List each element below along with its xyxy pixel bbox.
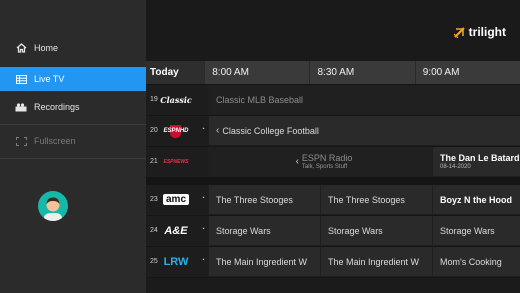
program-title: The Dan Le Batard [440, 153, 520, 163]
program-title: Storage Wars [328, 225, 383, 236]
program-title: Storage Wars [216, 225, 271, 236]
channel-row: 21 ESPNEWS ‹ ESPN Radio Talk, Sports Stu… [146, 147, 520, 177]
divider [0, 158, 146, 159]
sidebar-item-fullscreen[interactable]: Fullscreen [0, 129, 146, 153]
chevron-left-icon: ‹ [216, 125, 220, 136]
channel-logo: ESPNEWS [163, 158, 189, 165]
program-title: The Three Stooges [216, 194, 293, 205]
program-cell[interactable]: Storage Wars [432, 216, 520, 245]
chevron-left-icon: ‹ [295, 156, 299, 167]
brand-logo: trilight [453, 25, 506, 39]
channel-row-partial [146, 278, 520, 293]
program-cell[interactable]: The Three Stooges [320, 185, 432, 214]
sidebar: Home Live TV Recordings Fullscreen [0, 0, 146, 293]
brand-name: trilight [468, 25, 506, 39]
program-title: The Three Stooges [328, 194, 405, 205]
channel-logo: ESPNHD [161, 124, 191, 138]
program-cell[interactable]: Classic MLB Baseball [208, 85, 520, 114]
time-slot: 9:00 AM [414, 61, 520, 84]
time-header: Today 8:00 AM 8:30 AM 9:00 AM [146, 61, 520, 84]
program-subtitle: Talk, Sports Stuff [301, 164, 348, 170]
record-icon: ◔ [200, 226, 205, 233]
program-cell[interactable]: Storage Wars [208, 216, 320, 245]
program-title: The Main Ingredient W [216, 256, 308, 267]
channel-row: 20 ESPNHD ◔ ‹ Classic College Football [146, 116, 520, 146]
program-title: Classic MLB Baseball [216, 94, 304, 105]
sidebar-item-live-tv[interactable]: Live TV [0, 67, 146, 91]
channel-number: 23 [150, 196, 158, 203]
program-cell[interactable]: Storage Wars [320, 216, 432, 245]
day-label: Today [146, 61, 205, 84]
time-slot: 8:30 AM [309, 61, 414, 84]
channel-logo: LRW [163, 255, 189, 268]
record-icon: ◔ [200, 126, 205, 133]
program-cell[interactable]: Boyz N the Hood [432, 185, 520, 214]
record-icon: ◔ [200, 195, 205, 202]
program-cell[interactable]: The Dan Le Batard 08-14-2020 [432, 147, 520, 176]
sidebar-item-home[interactable]: Home [0, 36, 146, 60]
top-bar: trilight [146, 0, 520, 61]
program-cell[interactable]: Mom's Cooking [432, 247, 520, 276]
channel-row: 23 amc ◔ The Three Stooges The Three Sto… [146, 185, 520, 215]
channel-number: 20 [150, 127, 158, 134]
channel-cell[interactable]: 19 Classic [146, 85, 208, 114]
channel-number: 25 [150, 258, 158, 265]
tv-guide-icon [14, 74, 28, 84]
home-icon [14, 43, 28, 53]
sidebar-item-label: Fullscreen [34, 136, 76, 146]
channel-logo: Classic [160, 94, 192, 105]
guide-panel: trilight Today 8:00 AM 8:30 AM 9:00 AM 1… [146, 0, 520, 293]
program-subtitle: 08-14-2020 [440, 164, 471, 170]
channel-cell[interactable]: 25 LRW ◔ [146, 247, 208, 276]
sidebar-item-label: Recordings [34, 102, 80, 112]
sidebar-item-label: Live TV [34, 74, 65, 84]
trilight-logo-icon [453, 26, 465, 38]
program-title: Storage Wars [440, 225, 495, 236]
program-title: ESPN Radio [301, 153, 353, 163]
sidebar-item-recordings[interactable]: Recordings [0, 95, 146, 119]
recordings-icon [14, 102, 28, 112]
program-cell[interactable]: The Main Ingredient W [208, 247, 320, 276]
program-cell[interactable]: The Main Ingredient W [320, 247, 432, 276]
channel-row: 19 Classic Classic MLB Baseball [146, 85, 520, 115]
channel-logo: amc [161, 193, 191, 207]
channel-cell[interactable]: 24 A&E ◔ [146, 216, 208, 245]
record-icon: ◔ [200, 257, 205, 264]
channel-number: 24 [150, 227, 158, 234]
sidebar-item-label: Home [34, 43, 59, 53]
channel-row: 25 LRW ◔ The Main Ingredient W The Main … [146, 247, 520, 277]
channel-row: 24 A&E ◔ Storage Wars Storage Wars Stora… [146, 216, 520, 246]
channel-number: 21 [150, 158, 158, 165]
program-title: The Main Ingredient W [328, 256, 420, 267]
channel-cell[interactable]: 21 ESPNEWS [146, 147, 208, 176]
program-cell[interactable]: The Three Stooges [208, 185, 320, 214]
time-slot: 8:00 AM [204, 61, 309, 84]
program-cell[interactable]: ‹ Classic College Football [208, 116, 520, 145]
avatar[interactable] [38, 191, 68, 221]
program-cell[interactable]: ‹ ESPN Radio Talk, Sports Stuff [208, 147, 432, 176]
program-title: Boyz N the Hood [440, 194, 512, 205]
program-title: Classic College Football [222, 125, 319, 136]
channel-cell[interactable]: 20 ESPNHD ◔ [146, 116, 208, 145]
channel-cell[interactable]: 23 amc ◔ [146, 185, 208, 214]
divider [0, 124, 146, 125]
program-title: Mom's Cooking [440, 256, 502, 267]
channel-logo: A&E [164, 224, 188, 237]
fullscreen-icon [14, 136, 28, 146]
